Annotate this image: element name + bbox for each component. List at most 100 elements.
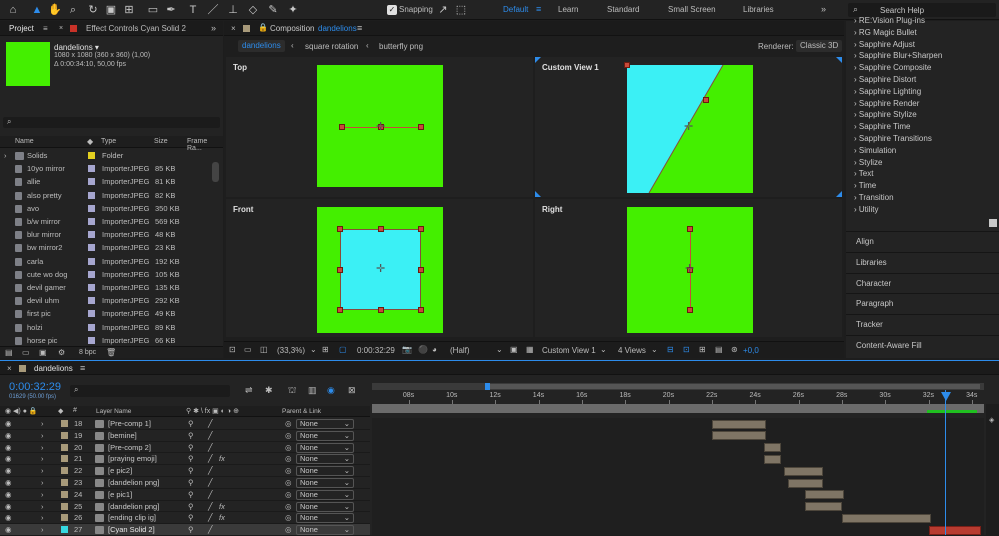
- region-of-interest-icon[interactable]: ▢: [339, 345, 347, 354]
- label-color-swatch[interactable]: [88, 270, 95, 278]
- label-color-swatch[interactable]: [88, 310, 95, 318]
- label-color-swatch[interactable]: [88, 178, 95, 186]
- transform-handle[interactable]: [378, 226, 384, 232]
- tab-timeline-dandelions[interactable]: dandelions: [34, 364, 73, 373]
- parent-dropdown[interactable]: None ⌄: [296, 489, 354, 500]
- tab-effect-controls[interactable]: Effect Controls Cyan Solid 2: [86, 24, 186, 33]
- project-item[interactable]: avo ImporterJPEG 350 KB: [0, 202, 211, 215]
- bpc-label[interactable]: 8 bpc: [79, 349, 96, 356]
- tab-close-icon[interactable]: ×: [59, 25, 63, 32]
- timeline-scrollbar[interactable]: ◈: [986, 404, 999, 535]
- pick-whip-icon[interactable]: ◎: [285, 453, 292, 465]
- col-size[interactable]: Size: [154, 138, 168, 145]
- layer-duration-bar[interactable]: [764, 443, 782, 453]
- layer-label-color[interactable]: [61, 502, 68, 510]
- transform-handle[interactable]: [339, 124, 345, 130]
- layer-duration-bar[interactable]: [842, 513, 931, 523]
- layer-name[interactable]: [bemine]: [108, 430, 137, 442]
- workspace-learn[interactable]: Learn: [558, 5, 578, 14]
- current-time-readout[interactable]: 0:00:32:29: [357, 346, 395, 355]
- brush-tool-icon[interactable]: ／: [206, 3, 220, 17]
- 3d-view-dropdown[interactable]: Custom View 1: [542, 346, 596, 355]
- new-comp-icon[interactable]: ▣: [39, 348, 47, 357]
- label-color-swatch[interactable]: [88, 231, 95, 239]
- workspace-default[interactable]: Default: [503, 5, 528, 14]
- breadcrumb-square-rotation[interactable]: square rotation: [305, 42, 358, 51]
- toggle-pixel-aspect-icon[interactable]: ⊟: [667, 345, 674, 354]
- effect-category[interactable]: › Sapphire Transitions: [854, 134, 932, 146]
- anchor-point-icon[interactable]: ✛: [376, 120, 385, 133]
- reset-exposure-icon[interactable]: ⊛: [731, 345, 738, 354]
- label-color-swatch[interactable]: [88, 284, 95, 291]
- quality-switch-icon[interactable]: ╱: [208, 512, 213, 524]
- layer-name[interactable]: [Pre-comp 1]: [108, 418, 151, 430]
- pick-whip-icon[interactable]: ◎: [285, 512, 292, 524]
- layer-label-color[interactable]: [61, 479, 68, 486]
- pick-whip-icon[interactable]: ◎: [285, 524, 292, 536]
- visibility-eye-icon[interactable]: ◉: [5, 477, 12, 489]
- interpret-footage-icon[interactable]: ▤: [5, 348, 13, 357]
- project-item[interactable]: first pic ImporterJPEG 49 KB: [0, 307, 211, 320]
- shy-switch-icon[interactable]: ⚲: [188, 524, 194, 536]
- fast-previews-icon[interactable]: ▣: [510, 345, 518, 354]
- show-channel-icon[interactable]: ⚫: [418, 345, 428, 354]
- pick-whip-icon[interactable]: ◎: [285, 501, 292, 513]
- tab-composition[interactable]: Composition: [270, 24, 314, 33]
- timeline-search-input[interactable]: ⌕: [70, 385, 230, 397]
- effect-category[interactable]: › Sapphire Adjust: [854, 40, 915, 52]
- view-layout-dropdown[interactable]: 4 Views: [618, 346, 646, 355]
- lock-icon[interactable]: 🔒: [258, 23, 268, 32]
- effect-category[interactable]: › Stylize: [854, 158, 882, 170]
- tab-close-icon[interactable]: ×: [231, 24, 236, 33]
- panel-libraries[interactable]: Libraries: [846, 251, 999, 272]
- shy-switch-icon[interactable]: ⚲: [188, 512, 194, 524]
- roto-brush-icon[interactable]: ✎: [266, 3, 280, 17]
- time-navigator-bar[interactable]: [372, 404, 984, 413]
- visibility-eye-icon[interactable]: ◉: [5, 442, 12, 454]
- transform-handle[interactable]: [418, 124, 424, 130]
- current-time-indicator[interactable]: [945, 390, 946, 535]
- view-front[interactable]: Front ✛: [226, 199, 533, 337]
- breadcrumb-dandelions[interactable]: dandelions: [238, 40, 285, 52]
- effect-category[interactable]: › Sapphire Render: [854, 99, 919, 111]
- visibility-eye-icon[interactable]: ◉: [5, 453, 12, 465]
- effect-switch-icon[interactable]: fx: [219, 512, 225, 524]
- expand-chevron-icon[interactable]: ›: [41, 501, 44, 513]
- panel-content-aware-fill[interactable]: Content-Aware Fill: [846, 335, 999, 355]
- label-color-swatch[interactable]: [88, 204, 95, 212]
- effect-category[interactable]: › Utility: [854, 205, 878, 217]
- project-item[interactable]: b/w mirror ImporterJPEG 569 KB: [0, 215, 211, 228]
- pick-whip-icon[interactable]: ◎: [285, 477, 292, 489]
- grid-icon[interactable]: ⊞: [322, 345, 329, 354]
- new-folder-icon[interactable]: ▭: [22, 348, 30, 357]
- layer-row[interactable]: ◉ › 21 [praying emoji] ⚲ ╱ fx ◎ None ⌄: [0, 453, 370, 466]
- effect-category[interactable]: › RE:Vision Plug-ins: [854, 16, 925, 28]
- effect-category[interactable]: › Simulation: [854, 146, 896, 158]
- workspace-menu-icon[interactable]: ≡: [536, 4, 541, 14]
- transform-handle[interactable]: [337, 226, 343, 232]
- shy-switch-icon[interactable]: ⚲: [188, 489, 194, 501]
- project-menu-icon[interactable]: ≡: [43, 24, 48, 33]
- layer-name[interactable]: [dandelion png]: [108, 501, 159, 513]
- comp-menu-icon[interactable]: ≡: [357, 23, 362, 33]
- expand-chevron-icon[interactable]: ›: [41, 524, 44, 536]
- monitor-icon[interactable]: ▭: [244, 345, 252, 354]
- draft-3d-icon[interactable]: ⊡: [683, 345, 690, 354]
- transform-handle[interactable]: [337, 267, 343, 273]
- resolution-dropdown[interactable]: (Half): [450, 346, 470, 355]
- rotate-tool-icon[interactable]: ↻: [86, 3, 100, 17]
- parent-dropdown[interactable]: None ⌄: [296, 501, 354, 512]
- project-item[interactable]: allie ImporterJPEG 81 KB: [0, 175, 211, 188]
- layer-duration-bar[interactable]: [928, 525, 981, 535]
- expand-chevron-icon[interactable]: ›: [41, 418, 44, 430]
- hand-tool-icon[interactable]: ✋: [48, 3, 62, 17]
- effect-category[interactable]: › Sapphire Time: [854, 122, 910, 134]
- shy-switch-icon[interactable]: ⚲: [188, 453, 194, 465]
- anchor-point-icon[interactable]: ✛: [376, 262, 385, 275]
- project-settings-icon[interactable]: ⚙: [58, 348, 65, 357]
- clone-stamp-icon[interactable]: ⊥: [226, 3, 240, 17]
- pick-whip-icon[interactable]: ◎: [285, 430, 292, 442]
- label-color-swatch[interactable]: [88, 297, 95, 305]
- workspace-libraries[interactable]: Libraries: [743, 5, 774, 14]
- label-color-swatch[interactable]: [88, 257, 95, 265]
